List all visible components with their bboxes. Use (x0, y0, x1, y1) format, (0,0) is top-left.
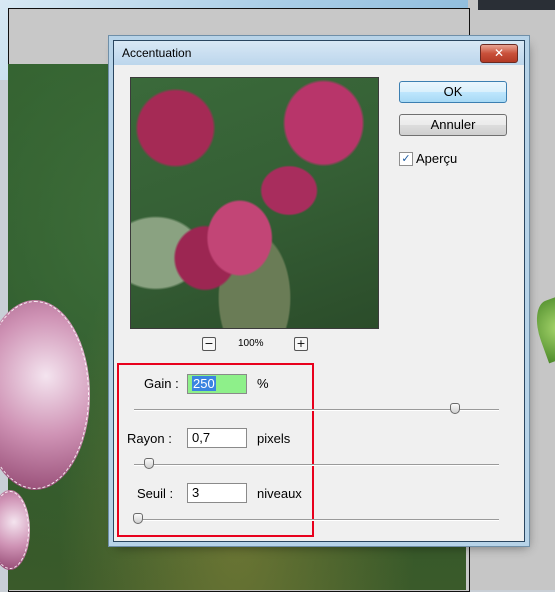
gain-input[interactable]: 250 (187, 374, 247, 394)
unsharp-mask-dialog: Accentuation ✕ − 100% + OK Annuler ✓ Ape… (113, 40, 525, 542)
preview-checkbox[interactable]: ✓ (399, 152, 413, 166)
threshold-value: 3 (192, 485, 200, 500)
zoom-controls: − 100% + (130, 337, 377, 353)
ok-button[interactable]: OK (399, 81, 507, 103)
gain-label: Gain : (144, 376, 179, 391)
radius-unit: pixels (257, 431, 291, 446)
dialog-titlebar[interactable]: Accentuation ✕ (114, 41, 524, 65)
close-icon: ✕ (493, 46, 505, 60)
threshold-label: Seuil : (137, 486, 174, 501)
zoom-in-button[interactable]: + (294, 337, 308, 351)
preview-image[interactable] (130, 77, 379, 329)
radius-label: Rayon : (127, 431, 172, 446)
panel-strip (478, 0, 555, 10)
plus-icon: + (296, 337, 306, 350)
radius-slider-track[interactable] (134, 464, 499, 466)
gain-slider-track[interactable] (134, 409, 499, 411)
radius-slider-thumb[interactable] (143, 458, 154, 469)
minus-icon: − (204, 337, 214, 350)
zoom-out-button[interactable]: − (202, 337, 216, 351)
radius-input[interactable]: 0,7 (187, 428, 247, 448)
checkmark-icon: ✓ (401, 152, 411, 165)
radius-value: 0,7 (192, 430, 211, 445)
threshold-input[interactable]: 3 (187, 483, 247, 503)
threshold-unit: niveaux (257, 486, 302, 501)
gain-slider-thumb[interactable] (450, 403, 461, 414)
gain-unit: % (257, 376, 269, 391)
threshold-slider-thumb[interactable] (132, 513, 143, 524)
zoom-level: 100% (238, 338, 264, 349)
cancel-button[interactable]: Annuler (399, 114, 507, 136)
threshold-slider-track[interactable] (134, 519, 499, 521)
close-button[interactable]: ✕ (480, 44, 518, 63)
dialog-title: Accentuation (122, 46, 192, 60)
preview-checkbox-label: Aperçu (416, 151, 458, 166)
gain-value: 250 (192, 376, 216, 391)
